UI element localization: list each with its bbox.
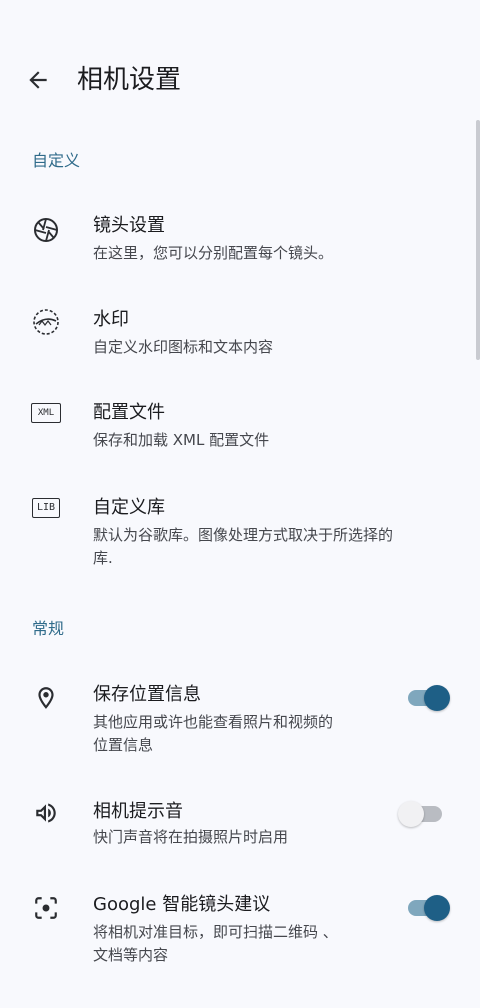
save-location-toggle[interactable] xyxy=(408,683,452,713)
page-title: 相机设置 xyxy=(77,65,182,95)
lens-settings-item[interactable]: 镜头设置 在这里，您可以分别配置每个镜头。 xyxy=(0,208,480,280)
lib-icon: LIB xyxy=(30,492,62,524)
item-title: 镜头设置 xyxy=(93,215,165,236)
location-pin-icon xyxy=(30,682,62,714)
item-title: 保存位置信息 xyxy=(93,684,201,705)
speaker-icon xyxy=(30,797,62,829)
item-subtitle-line2: 文档等内容 xyxy=(93,946,169,964)
google-lens-suggestions-item[interactable]: Google 智能镜头建议 将相机对准目标，即可扫描二维码 、 文档等内容 xyxy=(0,890,480,970)
xml-badge: XML xyxy=(31,403,61,423)
custom-library-item[interactable]: LIB 自定义库 默认为谷歌库。图像处理方式取决于所选择的 库. xyxy=(0,490,480,580)
item-subtitle: 保存和加载 XML 配置文件 xyxy=(93,431,270,449)
item-title: 自定义库 xyxy=(93,497,165,518)
item-subtitle-line2: 库. xyxy=(93,549,113,567)
item-subtitle-line1: 其他应用或许也能查看照片和视频的 xyxy=(93,713,334,731)
toggle-thumb xyxy=(424,685,450,711)
arrow-back-icon xyxy=(29,71,47,89)
item-subtitle-line1: 将相机对准目标，即可扫描二维码 、 xyxy=(93,923,338,941)
item-subtitle: 在这里，您可以分别配置每个镜头。 xyxy=(93,244,334,262)
item-title: 水印 xyxy=(93,309,129,330)
camera-aperture-icon xyxy=(30,214,62,246)
lens-scan-icon xyxy=(30,892,62,924)
item-subtitle-line1: 默认为谷歌库。图像处理方式取决于所选择的 xyxy=(93,526,394,544)
camera-sound-item[interactable]: 相机提示音 快门声音将在拍摄照片时启用 xyxy=(0,797,480,857)
section-header-custom: 自定义 xyxy=(32,151,81,170)
item-subtitle-line2: 位置信息 xyxy=(93,736,154,754)
config-file-item[interactable]: XML 配置文件 保存和加载 XML 配置文件 xyxy=(0,395,480,467)
watermark-icon xyxy=(30,306,62,338)
watermark-item[interactable]: 水印 自定义水印图标和文本内容 xyxy=(0,302,480,374)
item-title: 配置文件 xyxy=(93,402,165,423)
section-header-general: 常规 xyxy=(32,619,65,638)
item-title: 相机提示音 xyxy=(93,801,183,822)
toggle-thumb xyxy=(424,895,450,921)
item-subtitle: 快门声音将在拍摄照片时启用 xyxy=(93,828,289,846)
item-subtitle: 自定义水印图标和文本内容 xyxy=(93,338,274,356)
camera-sound-toggle[interactable] xyxy=(398,799,446,829)
item-title: Google 智能镜头建议 xyxy=(93,894,271,915)
app-bar: 相机设置 xyxy=(0,0,480,160)
back-button[interactable] xyxy=(20,62,56,98)
lib-badge: LIB xyxy=(32,498,60,518)
toggle-thumb xyxy=(398,801,424,827)
xml-file-icon: XML xyxy=(30,397,62,429)
save-location-item[interactable]: 保存位置信息 其他应用或许也能查看照片和视频的 位置信息 xyxy=(0,680,480,760)
google-lens-toggle[interactable] xyxy=(408,893,452,923)
